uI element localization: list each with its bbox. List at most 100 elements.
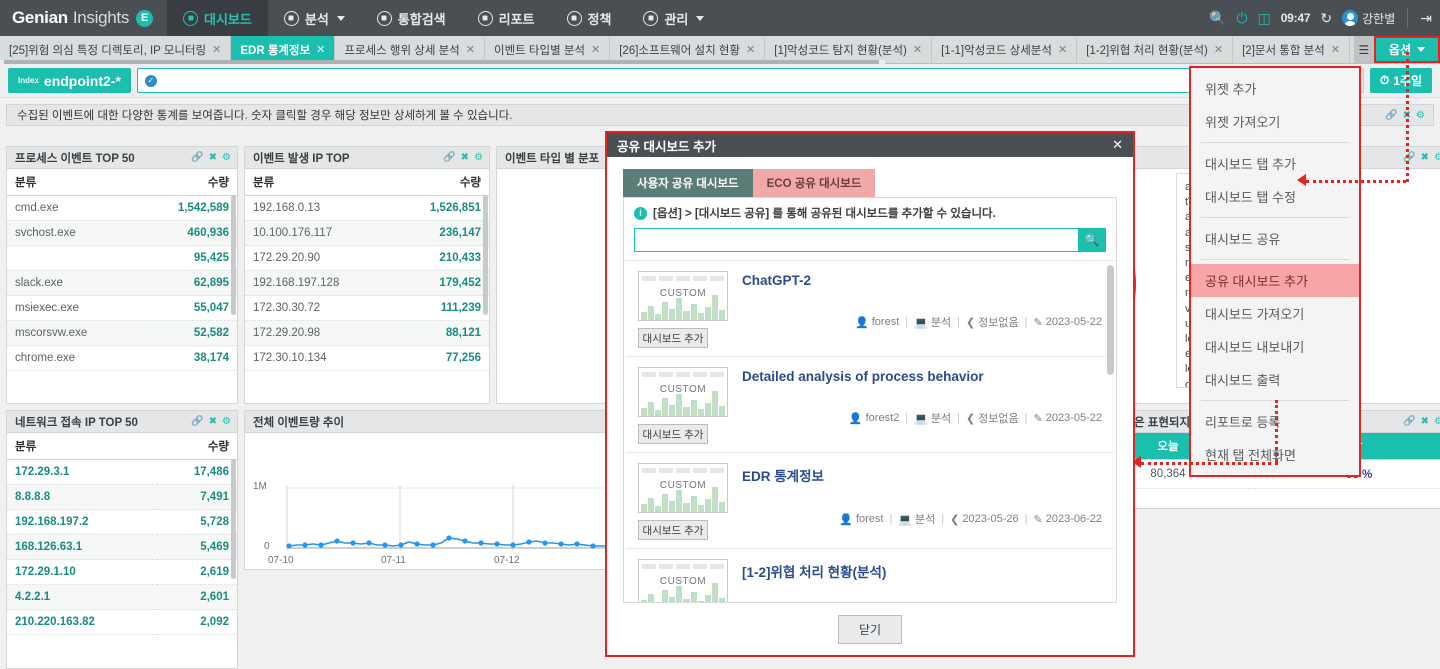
dashboard-tab[interactable]: [26]소프트웨어 설치 현황 ✕ <box>610 36 766 63</box>
table-row[interactable]: slack.exe 62,895 <box>7 270 237 296</box>
close-icon[interactable]: ✖ <box>1403 110 1411 121</box>
cell-name[interactable]: 210.220.163.82 <box>7 609 157 635</box>
close-icon[interactable]: ✕ <box>1214 43 1223 56</box>
link-icon[interactable]: 🔗 <box>191 152 203 163</box>
logout-icon[interactable]: ⇥ <box>1420 11 1432 25</box>
add-dashboard-button[interactable]: 대시보드 추가 <box>638 520 708 540</box>
dashboard-tab-active[interactable]: EDR 통계정보 ✕ <box>231 36 336 63</box>
refresh-icon[interactable]: ↻ <box>1320 11 1332 25</box>
cell-count[interactable]: 1,526,851 <box>392 195 489 221</box>
dashboard-tab[interactable]: 프로세스 행위 상세 분석 ✕ <box>335 36 485 63</box>
close-icon[interactable]: ✖ <box>1421 152 1429 163</box>
table-row[interactable]: 168.126.63.1 5,469 <box>7 534 237 560</box>
gear-icon[interactable]: ⚙ <box>1416 110 1425 121</box>
cell-count[interactable]: 7,491 <box>156 484 237 510</box>
nav-item-analysis[interactable]: 분석 <box>268 0 361 36</box>
close-icon[interactable]: ✖ <box>461 152 469 163</box>
power-icon[interactable]: ⏻ <box>1236 11 1247 25</box>
table-row[interactable]: 8.8.8.8 7,491 <box>7 484 237 510</box>
add-dashboard-button[interactable]: 대시보드 추가 <box>638 328 708 348</box>
table-row[interactable]: 172.29.3.1 17,486 <box>7 459 237 485</box>
close-icon[interactable]: ✖ <box>209 416 217 427</box>
cell-count[interactable]: 236,147 <box>392 220 489 246</box>
menu-item-add-widget[interactable]: 위젯 추가 <box>1191 72 1359 105</box>
scrollbar[interactable] <box>231 195 236 315</box>
menu-item-import-dashboard[interactable]: 대시보드 가져오기 <box>1191 297 1359 330</box>
table-row[interactable]: 172.29.1.10 2,619 <box>7 559 237 585</box>
list-item[interactable]: CUSTOM 대시보드 추가 EDR 통계정보 👤forest | 💻분석 <box>626 453 1114 549</box>
cell-count[interactable]: 460,936 <box>137 220 237 246</box>
tab-scroll-container[interactable]: [25]위험 의심 특정 디렉토리, IP 모니터링 ✕ EDR 통계정보 ✕ … <box>0 36 1354 63</box>
search-input[interactable] <box>634 228 1078 252</box>
list-scrollbar[interactable] <box>1107 265 1114 375</box>
table-row[interactable]: 172.29.20.98 88,121 <box>245 320 489 346</box>
user-menu[interactable]: 강한별 <box>1342 10 1395 27</box>
close-dialog-button[interactable]: 닫기 <box>837 614 903 644</box>
cell-count[interactable]: 52,582 <box>137 320 237 346</box>
nav-item-dashboard[interactable]: 대시보드 <box>167 0 268 36</box>
menu-item-share-dashboard[interactable]: 대시보드 공유 <box>1191 222 1359 255</box>
close-icon[interactable]: ✕ <box>1058 43 1067 56</box>
time-range-button[interactable]: ⏱ 1주일 <box>1369 68 1432 93</box>
hamburger-icon[interactable]: ☰ <box>1353 36 1374 63</box>
table-row[interactable]: 95,425 <box>7 245 237 271</box>
tab-scrollbar[interactable] <box>0 60 885 64</box>
dashboard-name[interactable]: Detailed analysis of process behavior <box>742 369 1102 384</box>
cell-count[interactable]: 111,239 <box>392 295 489 321</box>
menu-item-add-shared-dashboard[interactable]: 공유 대시보드 추가 <box>1191 264 1359 297</box>
add-dashboard-button[interactable]: 대시보드 추가 <box>638 424 708 444</box>
link-icon[interactable]: 🔗 <box>1403 416 1415 427</box>
menu-item-print-dashboard[interactable]: 대시보드 출력 <box>1191 363 1359 396</box>
table-row[interactable]: mscorsvw.exe 52,582 <box>7 320 237 346</box>
search-button[interactable]: 🔍 <box>1078 228 1106 252</box>
dashboard-tab[interactable]: [2]문서 통합 분석 ✕ <box>1233 36 1350 63</box>
link-icon[interactable]: 🔗 <box>443 152 455 163</box>
cell-count[interactable]: 1,542,589 <box>137 195 237 221</box>
scrollbar[interactable] <box>231 459 236 579</box>
cell-name[interactable]: 172.29.1.10 <box>7 559 157 585</box>
link-icon[interactable]: 🔗 <box>1403 152 1415 163</box>
cell-count[interactable]: 179,452 <box>392 270 489 296</box>
cell-count[interactable]: 77,256 <box>392 345 489 371</box>
gear-icon[interactable]: ⚙ <box>222 416 231 427</box>
dashboard-name[interactable]: [1-2]위협 처리 현황(분석) <box>742 561 1102 581</box>
cell-count[interactable]: 62,895 <box>137 270 237 296</box>
gear-icon[interactable]: ⚙ <box>1434 416 1440 427</box>
nav-item-integrated-search[interactable]: 통합검색 <box>361 0 462 36</box>
dashboard-tab[interactable]: [25]위험 의심 특정 디렉토리, IP 모니터링 ✕ <box>0 36 232 63</box>
index-selector[interactable]: Index endpoint2-* <box>8 68 131 93</box>
close-icon[interactable]: ✕ <box>1112 137 1123 153</box>
search-icon[interactable]: 🔍 <box>1209 11 1226 25</box>
dashboard-name[interactable]: ChatGPT-2 <box>742 273 1102 288</box>
list-item[interactable]: CUSTOM 대시보드 추가 [1-2]위협 처리 현황(분석) 👤forest… <box>626 549 1114 602</box>
cell-count[interactable]: 2,619 <box>156 559 237 585</box>
close-icon[interactable]: ✕ <box>466 43 475 56</box>
gear-icon[interactable]: ⚙ <box>222 152 231 163</box>
cell-count[interactable]: 38,174 <box>137 345 237 371</box>
cell-count[interactable]: 5,728 <box>156 509 237 535</box>
table-row[interactable]: 172.29.20.90 210,433 <box>245 245 489 271</box>
cell-name[interactable]: 192.168.197.2 <box>7 509 157 535</box>
close-icon[interactable]: ✕ <box>746 43 755 56</box>
options-button[interactable]: 옵션 <box>1373 36 1440 63</box>
menu-item-fullscreen-tab[interactable]: 현재 탭 전체화면 <box>1191 438 1359 471</box>
cell-count[interactable]: 95,425 <box>137 245 237 271</box>
cell-name[interactable]: 8.8.8.8 <box>7 484 157 510</box>
close-icon[interactable]: ✖ <box>1421 416 1429 427</box>
close-icon[interactable]: ✕ <box>591 43 600 56</box>
dashboard-tab[interactable]: [1-1]악성코드 상세분석 ✕ <box>932 36 1078 63</box>
cell-count[interactable]: 88,121 <box>392 320 489 346</box>
link-icon[interactable]: 🔗 <box>191 416 203 427</box>
menu-item-export-dashboard[interactable]: 대시보드 내보내기 <box>1191 330 1359 363</box>
cell-count[interactable]: 17,486 <box>156 459 237 485</box>
table-row[interactable]: 10.100.176.117 236,147 <box>245 220 489 246</box>
dashboard-name[interactable]: EDR 통계정보 <box>742 465 1102 485</box>
nav-item-policy[interactable]: 정책 <box>551 0 628 36</box>
table-row[interactable]: 192.168.0.13 1,526,851 <box>245 195 489 221</box>
gear-icon[interactable]: ⚙ <box>474 152 483 163</box>
menu-item-import-widget[interactable]: 위젯 가져오기 <box>1191 105 1359 138</box>
shared-dashboard-list[interactable]: CUSTOM 대시보드 추가 ChatGPT-2 👤forest | 💻분석 <box>624 260 1116 602</box>
database-icon[interactable]: ◫ <box>1257 11 1270 25</box>
menu-item-register-report[interactable]: 리포트로 등록 <box>1191 405 1359 438</box>
table-row[interactable]: msiexec.exe 55,047 <box>7 295 237 321</box>
